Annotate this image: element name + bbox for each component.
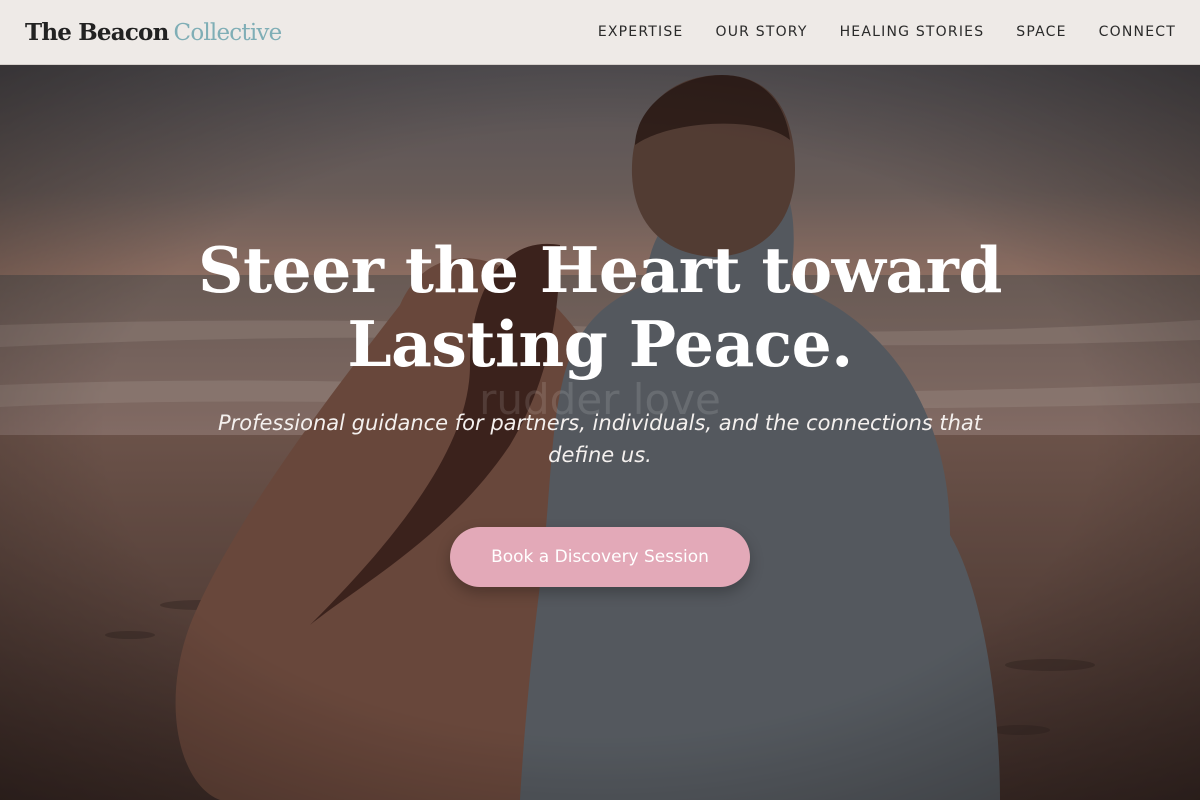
hero-title-line-1: Steer the Heart toward bbox=[198, 233, 1002, 307]
nav-item-space[interactable]: SPACE bbox=[1016, 24, 1066, 40]
nav-item-healing-stories[interactable]: HEALING STORIES bbox=[840, 24, 985, 40]
hero-title-line-2: Lasting Peace. bbox=[347, 307, 853, 381]
nav-item-expertise[interactable]: EXPERTISE bbox=[598, 24, 684, 40]
hero-section: rudder love Steer the Heart toward Lasti… bbox=[0, 65, 1200, 800]
main-nav: EXPERTISE OUR STORY HEALING STORIES SPAC… bbox=[598, 24, 1176, 40]
nav-item-connect[interactable]: CONNECT bbox=[1099, 24, 1176, 40]
nav-item-our-story[interactable]: OUR STORY bbox=[715, 24, 807, 40]
hero-content: Steer the Heart toward Lasting Peace. Pr… bbox=[0, 233, 1200, 587]
site-header: The Beacon Collective EXPERTISE OUR STORY… bbox=[0, 0, 1200, 65]
brand-name-primary: The Beacon bbox=[25, 18, 169, 46]
brand-name-accent: Collective bbox=[173, 19, 283, 46]
book-discovery-session-button[interactable]: Book a Discovery Session bbox=[450, 527, 750, 587]
hero-subtitle: Professional guidance for partners, indi… bbox=[217, 411, 983, 467]
brand-logo[interactable]: The Beacon Collective bbox=[25, 18, 283, 46]
hero-title: Steer the Heart toward Lasting Peace. bbox=[150, 233, 1050, 381]
